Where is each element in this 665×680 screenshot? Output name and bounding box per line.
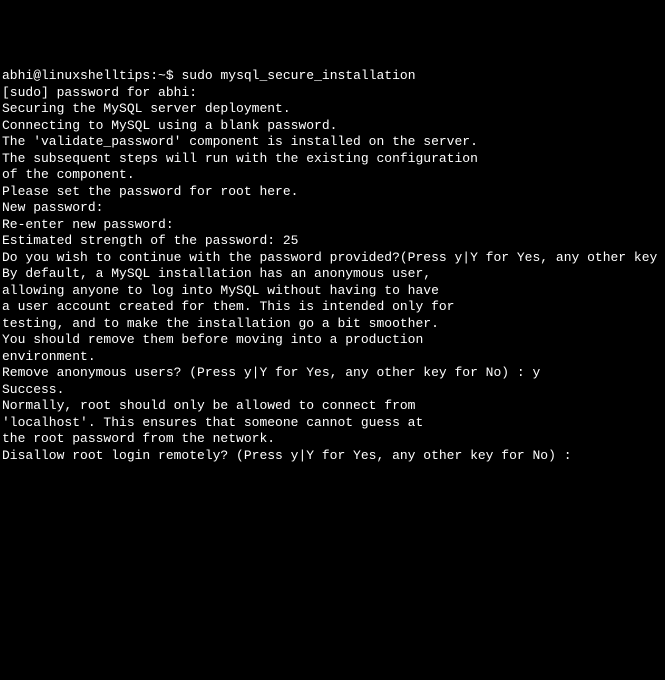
output-line: By default, a MySQL installation has an … (2, 266, 663, 283)
output-line: Estimated strength of the password: 25 (2, 233, 663, 250)
prompt-symbol: $ (166, 68, 182, 83)
output-line: testing, and to make the installation go… (2, 316, 663, 333)
prompt-path: ~ (158, 68, 166, 83)
output-line: Remove anonymous users? (Press y|Y for Y… (2, 365, 663, 382)
prompt-separator: : (150, 68, 158, 83)
terminal-window[interactable]: abhi@linuxshelltips:~$ sudo mysql_secure… (2, 68, 663, 597)
output-line: Please set the password for root here. (2, 184, 663, 201)
output-line: [sudo] password for abhi: (2, 85, 663, 102)
output-line: a user account created for them. This is… (2, 299, 663, 316)
output-line: allowing anyone to log into MySQL withou… (2, 283, 663, 300)
output-line: Re-enter new password: (2, 217, 663, 234)
output-line: The 'validate_password' component is ins… (2, 134, 663, 151)
output-line: the root password from the network. (2, 431, 663, 448)
output-line: Disallow root login remotely? (Press y|Y… (2, 448, 663, 465)
output-line: Securing the MySQL server deployment. (2, 101, 663, 118)
output-line: 'localhost'. This ensures that someone c… (2, 415, 663, 432)
output-line: Do you wish to continue with the passwor… (2, 250, 663, 267)
output-line: Connecting to MySQL using a blank passwo… (2, 118, 663, 135)
output-line: The subsequent steps will run with the e… (2, 151, 663, 168)
output-line: New password: (2, 200, 663, 217)
output-line: You should remove them before moving int… (2, 332, 663, 349)
command-text: sudo mysql_secure_installation (181, 68, 415, 83)
output-line: environment. (2, 349, 663, 366)
prompt-line: abhi@linuxshelltips:~$ sudo mysql_secure… (2, 68, 663, 85)
output-line: Normally, root should only be allowed to… (2, 398, 663, 415)
prompt-user-host: abhi@linuxshelltips (2, 68, 150, 83)
output-line: Success. (2, 382, 663, 399)
output-line: of the component. (2, 167, 663, 184)
